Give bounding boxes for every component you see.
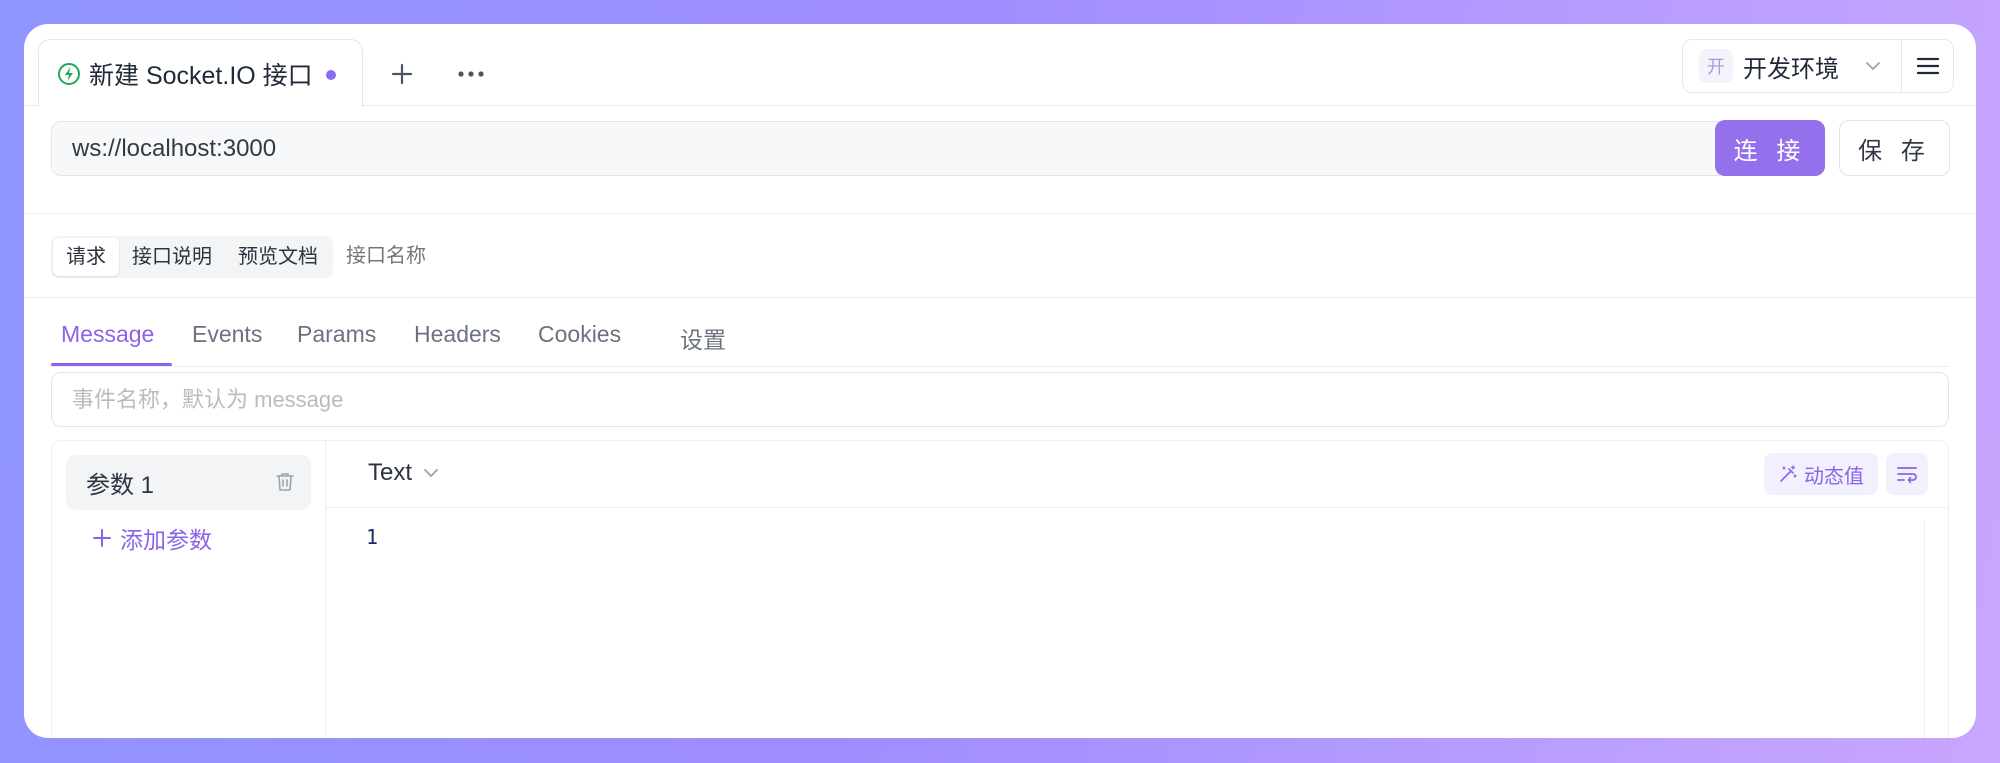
- message-tabs: Message Events Params Headers Cookies 设置: [51, 298, 1949, 367]
- chevron-down-icon: [1866, 62, 1880, 70]
- add-param-label: 添加参数: [120, 527, 212, 553]
- text-wrap-icon: [1897, 467, 1917, 484]
- menu-button[interactable]: [1902, 40, 1954, 92]
- tab-headers[interactable]: Headers: [414, 321, 501, 348]
- trash-icon[interactable]: [273, 470, 297, 494]
- segment-request[interactable]: 请求: [53, 238, 119, 276]
- code-editor[interactable]: 1: [326, 509, 1948, 738]
- segment-api-description[interactable]: 接口说明: [119, 238, 225, 276]
- hamburger-menu-icon: [1917, 57, 1939, 75]
- event-name-input[interactable]: [51, 372, 1949, 427]
- unsaved-dot: [326, 70, 336, 80]
- env-name: 开发环境: [1743, 55, 1839, 83]
- env-badge: 开: [1699, 49, 1733, 83]
- plus-icon: [93, 529, 111, 547]
- save-button[interactable]: 保 存: [1839, 120, 1950, 176]
- plus-icon: [391, 63, 413, 85]
- editor-scrollbar[interactable]: [1924, 521, 1948, 738]
- more-button[interactable]: [451, 54, 491, 94]
- tab-message[interactable]: Message: [61, 321, 154, 348]
- more-dots-icon: [458, 71, 484, 77]
- magic-wand-icon: [1780, 465, 1797, 482]
- segment-preview-docs[interactable]: 预览文档: [225, 238, 331, 276]
- environment-selector[interactable]: 开 开发环境: [1682, 39, 1954, 93]
- tab-events[interactable]: Events: [192, 321, 262, 348]
- dynamic-value-button[interactable]: 动态值: [1764, 453, 1878, 495]
- param-item[interactable]: 参数 1: [66, 455, 311, 510]
- url-bar-row: 连 接 保 存: [24, 107, 1976, 214]
- tab-socketio[interactable]: 新建 Socket.IO 接口: [38, 39, 363, 107]
- tab-params[interactable]: Params: [297, 321, 376, 348]
- param-label: 参数 1: [86, 472, 155, 499]
- active-tab-indicator: [51, 363, 172, 366]
- format-label: Text: [368, 459, 413, 486]
- app-window: 新建 Socket.IO 接口 开 开发环境 ws://localhost:30…: [24, 24, 1976, 738]
- tab-bar: 新建 Socket.IO 接口 开 开发环境: [24, 24, 1976, 107]
- wrap-toggle-button[interactable]: [1886, 453, 1928, 495]
- dynamic-value-label: 动态值: [1804, 465, 1864, 488]
- tab-title: 新建 Socket.IO 接口: [89, 61, 313, 90]
- url-input[interactable]: [51, 121, 1726, 176]
- editor-toolbar: Text 动态值: [326, 441, 1948, 508]
- connect-button[interactable]: 连 接: [1715, 120, 1825, 176]
- segmented-control: 请求 接口说明 预览文档: [51, 236, 333, 278]
- socketio-icon: [58, 62, 80, 85]
- add-tab-button[interactable]: [382, 54, 422, 94]
- tab-cookies[interactable]: Cookies: [538, 321, 621, 348]
- api-name-input[interactable]: [346, 245, 546, 268]
- format-dropdown[interactable]: Text: [368, 459, 442, 487]
- request-mode-row: 请求 接口说明 预览文档: [24, 214, 1976, 298]
- params-list: 参数 1 添加参数: [52, 441, 326, 738]
- message-body-panel: 参数 1 添加参数 Text 动态值 1: [51, 440, 1949, 738]
- tab-settings[interactable]: 设置: [680, 321, 726, 355]
- line-number: 1: [366, 525, 379, 549]
- add-param-button[interactable]: 添加参数: [92, 521, 212, 555]
- chevron-down-icon: [424, 469, 438, 477]
